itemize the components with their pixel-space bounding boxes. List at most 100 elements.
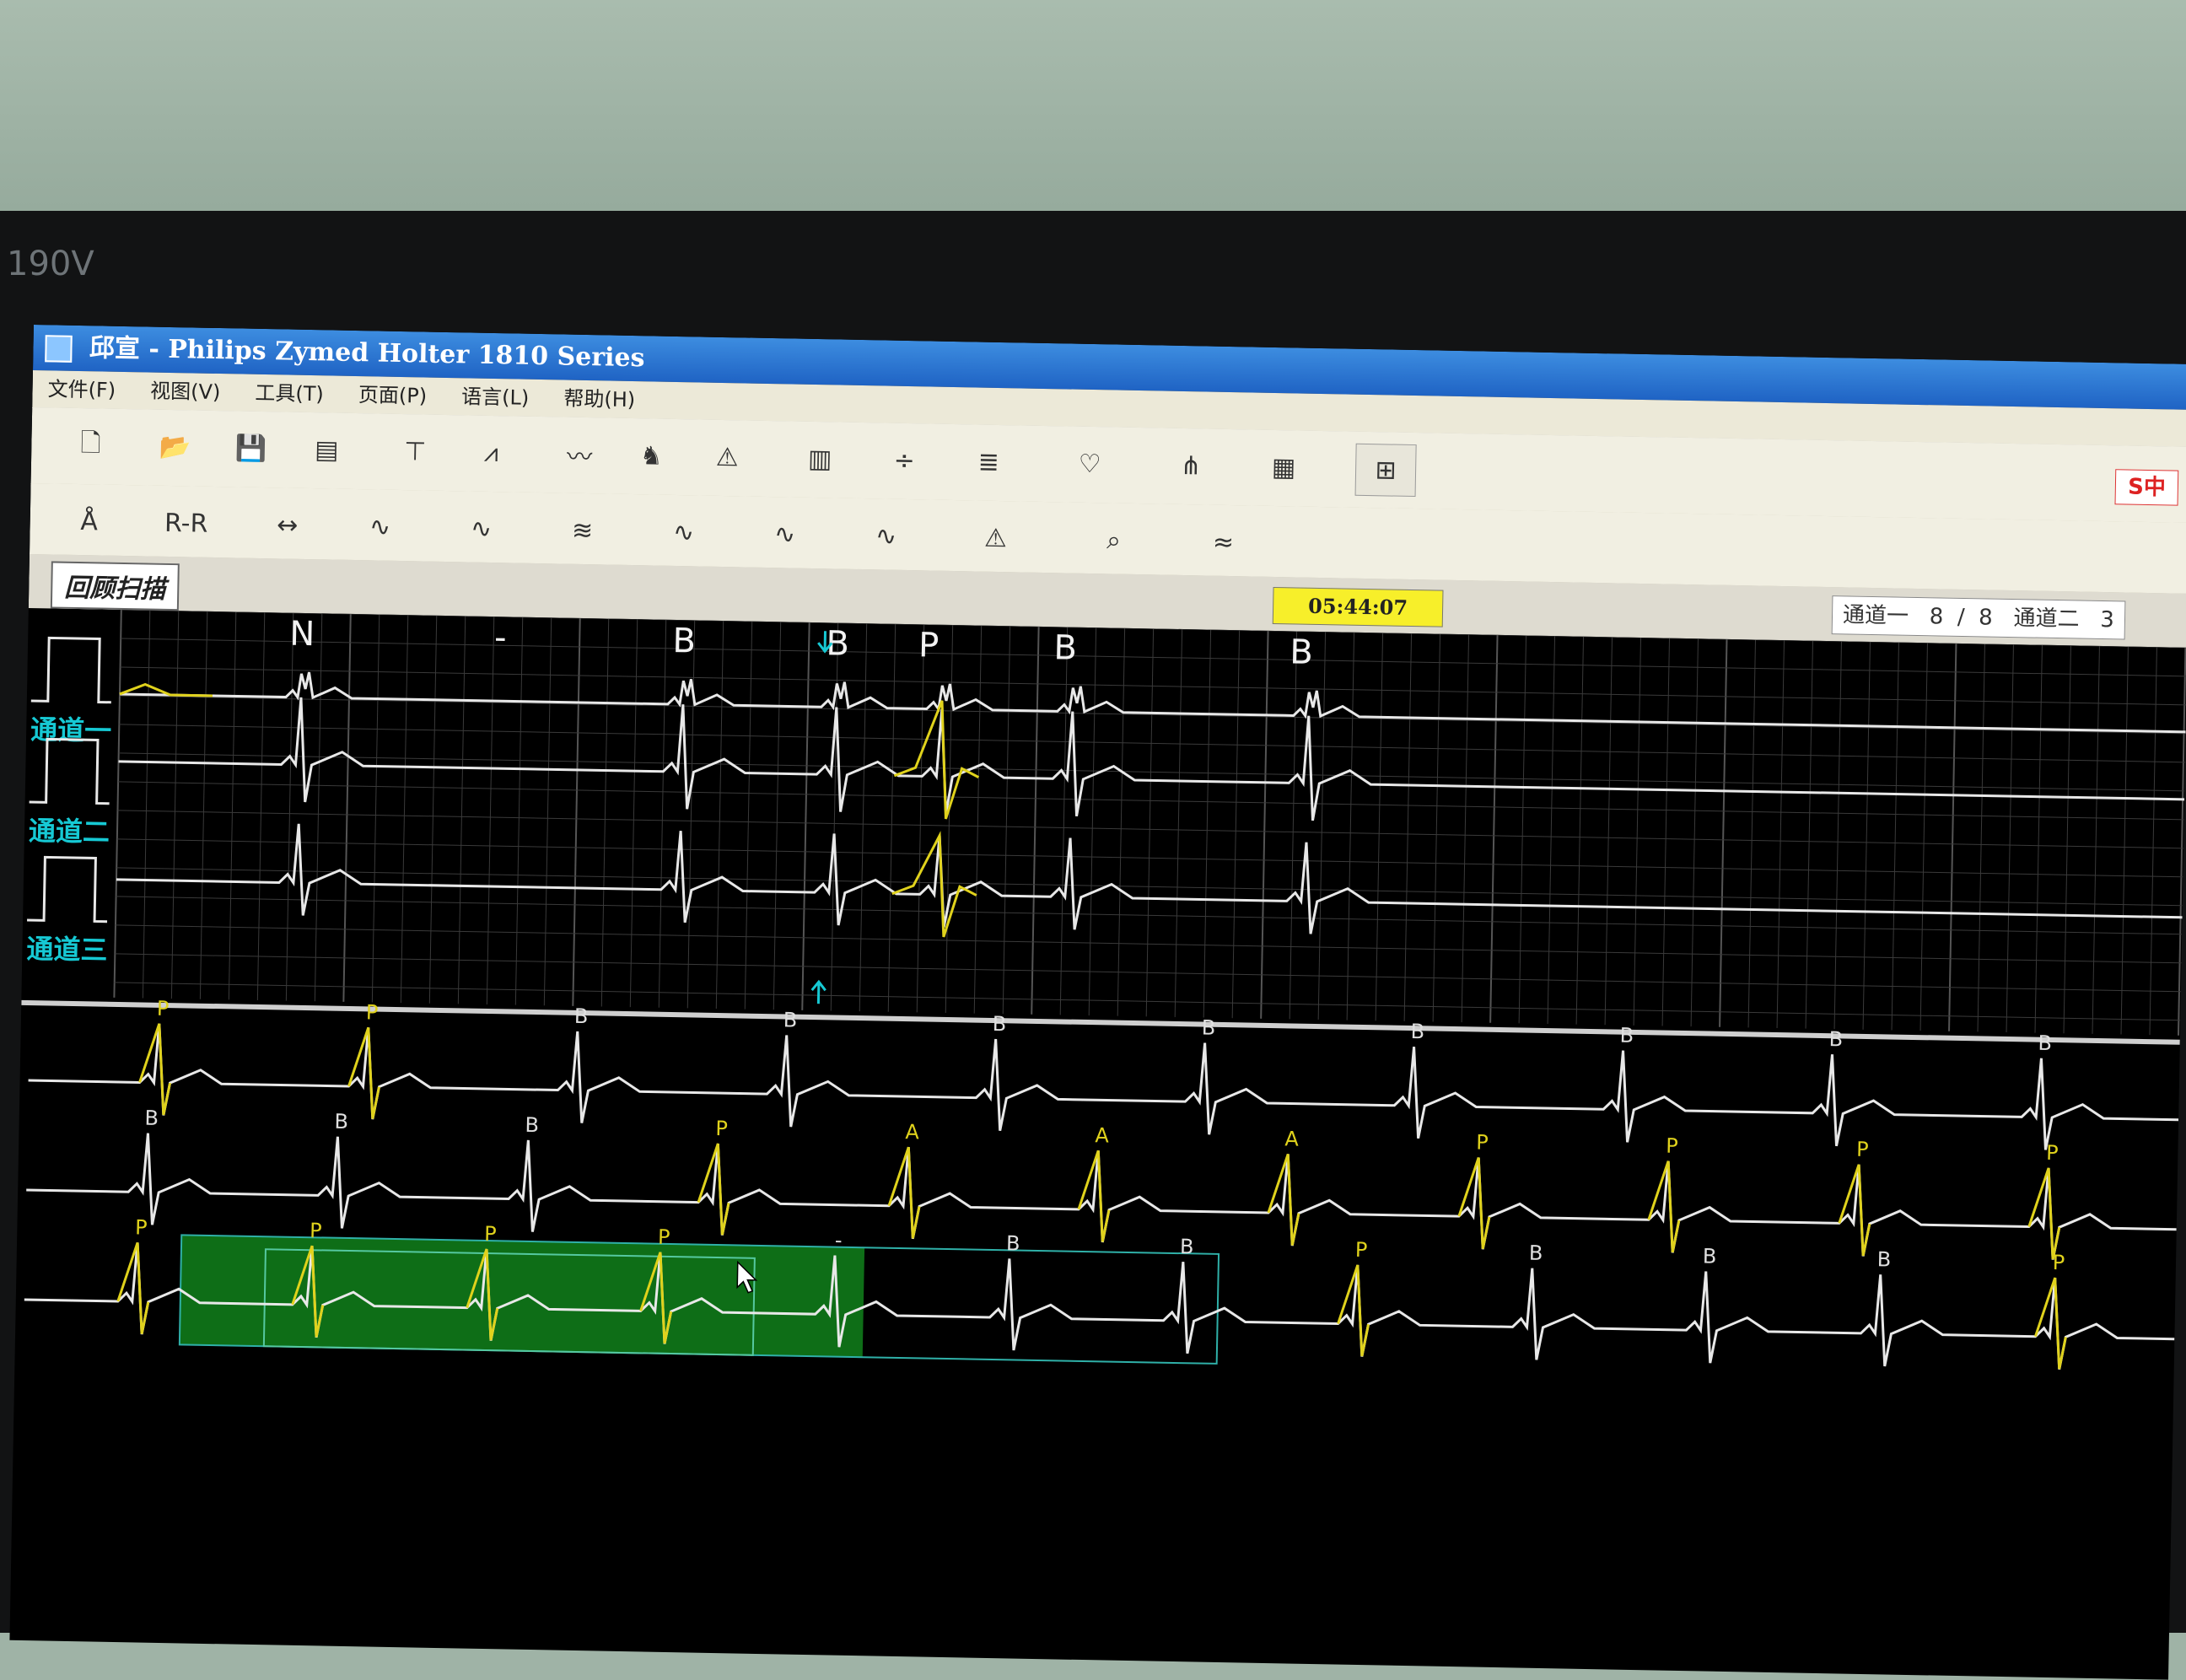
- full-disclosure-icon[interactable]: ≣: [959, 436, 1019, 487]
- pacer-icon[interactable]: ⋔: [1161, 440, 1221, 492]
- beat-label: -: [494, 618, 507, 657]
- twelve-lead-icon[interactable]: ≈: [1193, 516, 1253, 568]
- strip-beat-label: P: [1355, 1238, 1368, 1262]
- noise-beat-icon[interactable]: ≋: [552, 504, 612, 556]
- menu-file[interactable]: 文件(F): [32, 370, 131, 409]
- grid-line: [116, 838, 2183, 878]
- grid-line: [572, 617, 581, 1006]
- open-folder-icon[interactable]: 📂: [145, 421, 205, 472]
- grid-line: [600, 618, 610, 1007]
- grid-line: [2120, 646, 2129, 1035]
- grid-line: [1375, 633, 1384, 1021]
- grid-line: [1231, 630, 1241, 1019]
- beat-compare-icon[interactable]: ⩘: [461, 427, 521, 478]
- beat-label: N: [289, 615, 315, 654]
- strip-beat-label: B: [1703, 1244, 1717, 1268]
- strip-beat-label: B: [1828, 1027, 1843, 1051]
- grid-line: [1174, 629, 1183, 1017]
- strip-beat-label: B: [1619, 1024, 1634, 1047]
- channel-gain-indicator[interactable]: 通道一 8 / 8 通道二 3: [1831, 595, 2126, 640]
- grid-line: [1862, 641, 1871, 1030]
- grid-line: [1547, 636, 1556, 1025]
- grid-line: [1661, 638, 1671, 1026]
- font-a-icon[interactable]: Å: [59, 496, 119, 547]
- grid-line: [116, 896, 2183, 935]
- people-icon[interactable]: ♞: [622, 430, 681, 482]
- rr-interval-icon[interactable]: R-R: [156, 498, 216, 549]
- grid-line: [400, 615, 409, 1004]
- beat-measure-icon[interactable]: ↔: [257, 499, 317, 551]
- beat-label: P: [918, 626, 940, 665]
- grid-line: [342, 613, 352, 1002]
- grid-line: [1747, 639, 1756, 1028]
- grid-line: [859, 623, 868, 1012]
- ecg-wave-icon[interactable]: 〰: [550, 428, 610, 480]
- st-analysis-icon[interactable]: ⊤: [385, 426, 445, 477]
- grid-line: [1432, 633, 1441, 1022]
- supraventricular-beat-icon[interactable]: ∿: [654, 507, 713, 558]
- grid-line: [314, 613, 323, 1002]
- strip-beat-label: P: [135, 1215, 148, 1239]
- strip-beat-label: A: [1095, 1123, 1110, 1147]
- grid-line: [1317, 632, 1327, 1020]
- strip-beat-label: B: [574, 1004, 589, 1028]
- menu-view[interactable]: 视图(V): [135, 372, 236, 411]
- zoom-wave-icon[interactable]: ⌕: [1084, 514, 1144, 566]
- calibration-pulse: [27, 855, 108, 923]
- ventricular-beat-icon[interactable]: ∿: [451, 503, 511, 554]
- grid-line: [1805, 640, 1813, 1029]
- strip-beat-label: B: [1006, 1231, 1020, 1255]
- grid-icon[interactable]: ⊞: [1354, 443, 1417, 498]
- save-icon[interactable]: 💾: [221, 423, 281, 474]
- monitor-model-label: 190V: [7, 245, 94, 283]
- review-scan-mode-label: 回顾扫描: [50, 561, 180, 611]
- strip-beat-label: B: [525, 1113, 539, 1137]
- grid-line: [1145, 628, 1155, 1017]
- pause-beat-icon[interactable]: ∿: [755, 509, 815, 560]
- menu-language[interactable]: 语言(L): [446, 378, 545, 417]
- grid-line: [1088, 627, 1097, 1016]
- menu-page[interactable]: 页面(P): [343, 376, 443, 415]
- wall-background: [0, 0, 2186, 245]
- normal-beat-icon[interactable]: ∿: [350, 501, 410, 552]
- strip-beat-label: B: [1180, 1235, 1194, 1258]
- heart-icon[interactable]: ♡: [1060, 438, 1120, 489]
- grid-line: [1977, 643, 1985, 1032]
- alarm-beat-icon[interactable]: ⚠: [966, 512, 1026, 563]
- grid-line: [1002, 626, 1011, 1015]
- grid-line: [142, 610, 151, 999]
- strip-beat-label: P: [484, 1222, 497, 1246]
- strip-beat-label: P: [1476, 1131, 1489, 1155]
- histogram-icon[interactable]: ▥: [790, 433, 850, 484]
- paced-beat-icon[interactable]: ∿: [856, 510, 916, 562]
- channel-label-2: 通道二: [29, 815, 110, 848]
- grid-line: [2063, 645, 2071, 1034]
- grid-line: [887, 623, 896, 1012]
- new-icon[interactable]: 🗋: [61, 420, 121, 471]
- beat-label: B: [672, 622, 696, 660]
- strip-beat-label: P: [658, 1225, 670, 1249]
- menu-help[interactable]: 帮助(H): [548, 380, 651, 418]
- strip-beat-label: P: [2046, 1141, 2059, 1165]
- grid-line: [117, 810, 2184, 849]
- grid-line: [115, 953, 2181, 993]
- grid-line: [2006, 644, 2014, 1033]
- grid-line: [1719, 638, 1728, 1027]
- grid-line: [1117, 627, 1126, 1016]
- grid-line: [629, 619, 638, 1008]
- grid-line: [486, 617, 495, 1004]
- ecg-display[interactable]: 通道一通道二通道三 N - B B P B B P P B B B B B B B B B B B P A A A P P P P P P P…: [9, 608, 2186, 1680]
- beat-divide-icon[interactable]: ÷: [875, 434, 934, 486]
- grid-line: [1833, 641, 1842, 1030]
- grid-line: [2034, 644, 2043, 1033]
- report-icon[interactable]: ▦: [1254, 442, 1314, 493]
- input-method-indicator[interactable]: S中: [2114, 469, 2179, 506]
- channel-label-1: 通道一: [30, 713, 112, 747]
- menu-tools[interactable]: 工具(T): [240, 374, 339, 412]
- print-icon[interactable]: ▤: [297, 424, 357, 476]
- warning-wave-icon[interactable]: ⚠: [697, 431, 757, 482]
- grid-line: [1059, 627, 1069, 1015]
- strip-beat-label: -: [835, 1229, 843, 1252]
- grid-line: [830, 622, 839, 1011]
- grid-line: [1403, 633, 1413, 1021]
